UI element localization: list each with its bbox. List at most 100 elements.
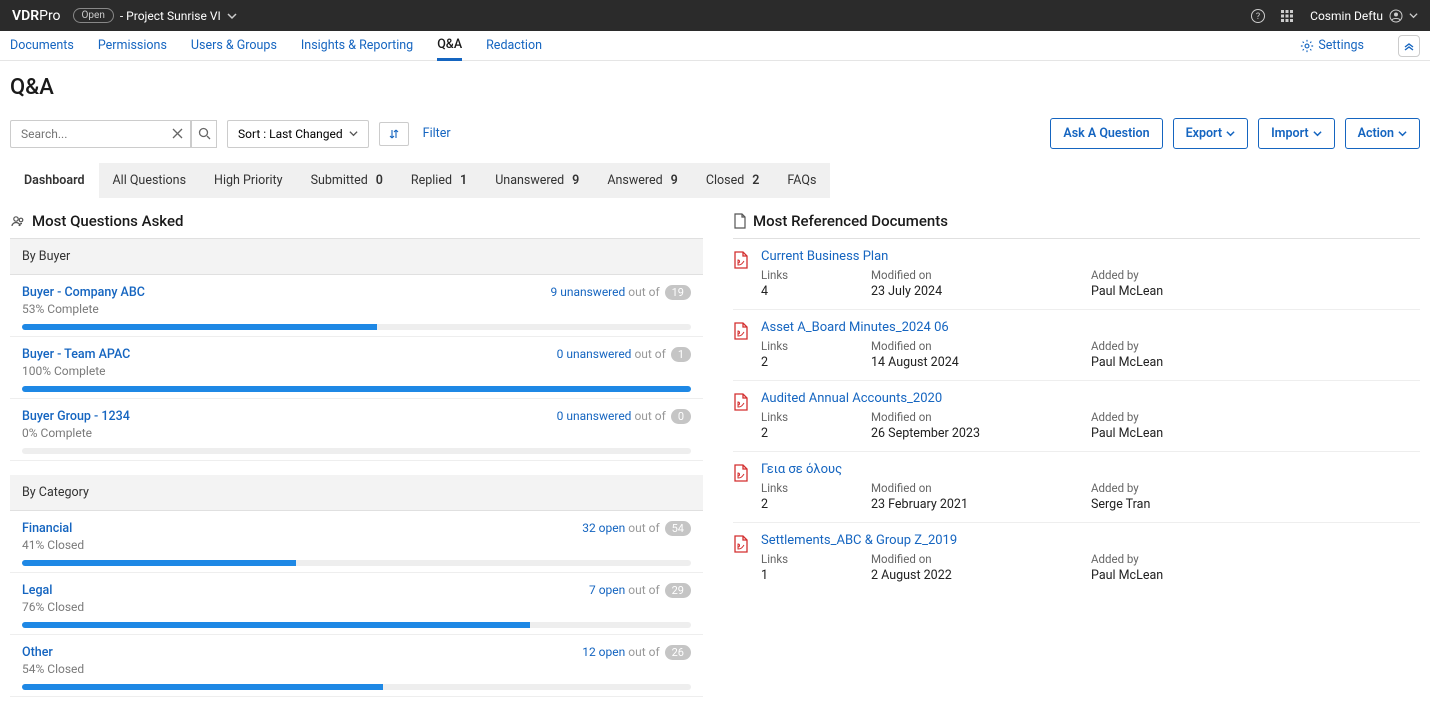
user-name: Cosmin Deftu [1310,9,1383,23]
search-icon [198,127,211,140]
doc-modified: 23 July 2024 [871,284,1091,299]
nav-tab-permissions[interactable]: Permissions [98,32,167,59]
nav-tab-q-a[interactable]: Q&A [437,31,462,61]
chevron-down-icon [1409,11,1418,20]
doc-added-by: Paul McLean [1091,355,1420,370]
doc-modified: 23 February 2021 [871,497,1091,512]
progress-bar [22,684,691,690]
item-stats: 9 unanswered out of 19 [550,285,691,300]
sort-arrow-icon [388,128,400,140]
pdf-icon [733,533,751,583]
project-name: - Project Sunrise VI [120,9,221,23]
item-sub: 76% Closed [22,600,84,614]
list-item[interactable]: Other54% Closed12 open out of 26 [10,635,703,697]
apps-grid-icon[interactable] [1280,9,1294,23]
list-item[interactable]: Financial 41% Closed 32 open out of 54 [10,511,703,573]
gear-icon [1300,39,1314,53]
search-input[interactable] [10,120,165,148]
subtab-submitted[interactable]: Submitted0 [297,163,397,198]
document-title[interactable]: Asset A_Board Minutes_2024 06 [761,320,949,335]
doc-added-by: Serge Tran [1091,497,1420,512]
user-menu[interactable]: Cosmin Deftu [1310,9,1418,23]
chevron-double-up-icon [1403,40,1415,52]
subtab-all-questions[interactable]: All Questions [99,163,201,198]
filter-link[interactable]: Filter [423,126,451,141]
group-header-buyer: By Buyer [10,239,703,275]
doc-links: 2 [761,355,871,370]
search-group [10,120,217,148]
item-name: Legal [22,583,84,598]
item-sub: 100% Complete [22,364,130,378]
nav-tab-redaction[interactable]: Redaction [486,32,542,59]
pdf-icon [733,462,751,512]
doc-added-by: Paul McLean [1091,426,1420,441]
item-stats: 0 unanswered out of 1 [557,347,691,362]
most-questions-panel: Most Questions Asked By Buyer Buyer - Co… [10,212,703,697]
list-item[interactable]: Legal 76% Closed 7 open out of 29 [10,573,703,635]
list-item[interactable]: Buyer - Company ABC53% Complete9 unanswe… [10,275,703,337]
sort-button[interactable]: Sort : Last Changed [227,120,369,148]
progress-bar [22,622,691,628]
subtab-faqs[interactable]: FAQs [773,163,830,198]
document-row: Current Business PlanLinks4Modified on23… [733,239,1420,310]
item-sub: 41% Closed [22,538,84,552]
nav-tab-users-groups[interactable]: Users & Groups [191,32,277,59]
svg-text:?: ? [1256,12,1260,22]
doc-modified: 2 August 2022 [871,568,1091,583]
nav-tab-documents[interactable]: Documents [10,32,74,59]
progress-bar [22,324,691,330]
people-icon [10,213,26,229]
progress-bar [22,560,691,566]
nav-tab-insights-reporting[interactable]: Insights & Reporting [301,32,413,59]
subtab-answered[interactable]: Answered9 [593,163,692,198]
document-title[interactable]: Γεια σε όλους [761,462,842,477]
item-name: Financial [22,521,84,536]
panel-title-text: Most Referenced Documents [753,212,948,230]
item-sub: 0% Complete [22,426,130,440]
subtab-replied[interactable]: Replied1 [397,163,481,198]
doc-links: 4 [761,284,871,299]
sort-direction-button[interactable] [379,122,409,146]
help-icon[interactable]: ? [1250,8,1266,24]
user-avatar-icon [1389,9,1403,23]
topbar: VDRPro Open - Project Sunrise VI ? Cosmi… [0,0,1430,31]
document-title[interactable]: Settlements_ABC & Group Z_2019 [761,533,957,548]
doc-modified: 14 August 2024 [871,355,1091,370]
item-stats: 0 unanswered out of 0 [557,409,691,424]
document-row: Audited Annual Accounts_2020Links2Modifi… [733,381,1420,452]
document-title[interactable]: Current Business Plan [761,249,888,264]
subtab-unanswered[interactable]: Unanswered9 [481,163,593,198]
app-logo: VDRPro [12,8,61,24]
project-switcher[interactable]: Open - Project Sunrise VI [73,8,237,23]
main-nav: Documents Permissions Users & Groups Insigh… [0,31,1430,61]
ask-question-button[interactable]: Ask A Question [1050,118,1162,149]
item-stats: 32 open out of 54 [582,521,691,536]
search-button[interactable] [191,120,217,148]
subtab-high-priority[interactable]: High Priority [200,163,297,198]
pdf-icon [733,391,751,441]
list-item[interactable]: Buyer Group - 12340% Complete0 unanswere… [10,399,703,461]
item-name: Other [22,645,84,660]
action-button[interactable]: Action [1345,118,1420,149]
pdf-icon [733,320,751,370]
subtab-closed[interactable]: Closed2 [692,163,774,198]
item-stats: 12 open out of 26 [582,645,691,660]
settings-link[interactable]: Settings [1300,32,1364,59]
export-button[interactable]: Export [1173,118,1248,149]
document-row: Settlements_ABC & Group Z_2019Links1Modi… [733,523,1420,593]
doc-added-by: Paul McLean [1091,568,1420,583]
doc-links: 2 [761,426,871,441]
panel-title-text: Most Questions Asked [32,212,183,230]
list-item[interactable]: Buyer - Team APAC100% Complete0 unanswer… [10,337,703,399]
clear-search-button[interactable] [165,120,191,148]
controls-row: Sort : Last Changed Filter Ask A Questio… [10,118,1420,149]
document-title[interactable]: Audited Annual Accounts_2020 [761,391,942,406]
import-button[interactable]: Import [1258,118,1335,149]
most-referenced-panel: Most Referenced Documents Current Busine… [733,212,1420,593]
group-header-category: By Category [10,475,703,511]
subtab-dashboard[interactable]: Dashboard [10,163,99,198]
chevron-down-icon [1226,129,1235,138]
collapse-button[interactable] [1398,35,1420,57]
item-sub: 53% Complete [22,302,145,316]
item-stats: 7 open out of 29 [589,583,691,598]
